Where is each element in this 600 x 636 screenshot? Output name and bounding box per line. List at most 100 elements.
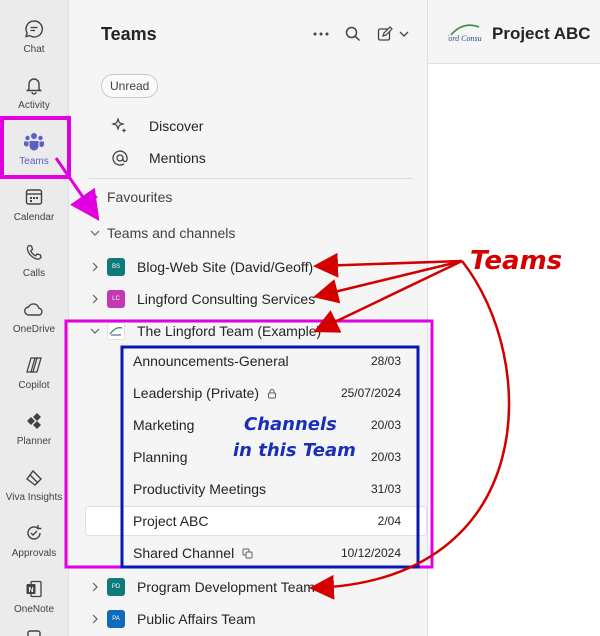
channel-date: 2/04 [377, 514, 401, 528]
mentions-label: Mentions [149, 150, 206, 166]
channel-date: 28/03 [370, 354, 401, 368]
unread-filter-chip[interactable]: Unread [101, 74, 159, 98]
teams-app-window: Chat Activity Teams Calendar Calls OneDr… [0, 0, 600, 636]
sparkle-icon [111, 116, 131, 136]
app-rail: Chat Activity Teams Calendar Calls OneDr… [0, 0, 68, 636]
favourites-label: Favourites [107, 189, 173, 205]
pane-title: Teams [101, 24, 157, 44]
team-avatar: BS [107, 258, 125, 276]
rail-item-copilot[interactable]: Copilot [0, 344, 68, 400]
channel-name: Leadership (Private) [133, 385, 260, 401]
channel-name: Planning [133, 449, 188, 465]
rail-label-activity: Activity [18, 100, 50, 111]
channel-main-area: ford Consul Project ABC [428, 0, 600, 636]
chevron-right-icon [89, 293, 101, 305]
rail-item-more-apps[interactable] [0, 624, 68, 636]
rail-label-calendar: Calendar [13, 212, 55, 223]
team-row-public-affairs[interactable]: PA Public Affairs Team [69, 603, 429, 635]
channel-date: 20/03 [370, 450, 401, 464]
onenote-icon: N [23, 578, 45, 600]
team-row-program-development[interactable]: PD Program Development Team [69, 571, 429, 603]
chat-icon [23, 18, 45, 40]
rail-item-calls[interactable]: Calls [0, 232, 68, 288]
bell-icon [23, 74, 45, 96]
planner-icon [23, 410, 45, 432]
discover-link[interactable]: Discover [69, 110, 429, 142]
rail-label-planner: Planner [16, 436, 52, 447]
svg-text:N: N [28, 587, 33, 594]
chevron-right-icon [89, 581, 101, 593]
team-name: Blog-Web Site (David/Geoff) [137, 259, 314, 275]
favourites-section[interactable]: Favourites [69, 181, 429, 213]
team-row-lingford-team[interactable]: The Lingford Team (Example) [69, 315, 429, 347]
channel-row[interactable]: Leadership (Private) 25/07/2024 [133, 377, 403, 409]
shared-icon [242, 548, 253, 559]
channel-date: 20/03 [370, 418, 401, 432]
viva-insights-icon [23, 466, 45, 488]
channel-row[interactable]: Announcements-General 28/03 [133, 345, 403, 377]
search-icon [345, 26, 361, 42]
rail-item-viva-insights[interactable]: Viva Insights [0, 456, 68, 512]
rail-label-viva-insights: Viva Insights [5, 492, 63, 503]
team-row-lingford-consulting[interactable]: LC Lingford Consulting Services [69, 283, 429, 315]
team-name: Lingford Consulting Services [137, 291, 316, 307]
rail-label-calls: Calls [22, 268, 46, 279]
teams-and-channels-label: Teams and channels [107, 225, 236, 241]
rail-item-teams[interactable]: Teams [0, 120, 68, 176]
chevron-down-icon [89, 325, 101, 337]
team-name: Public Affairs Team [137, 611, 256, 627]
svg-text:ford Consul: ford Consul [448, 34, 482, 43]
team-avatar: LC [107, 290, 125, 308]
rail-item-onedrive[interactable]: OneDrive [0, 288, 68, 344]
rail-label-onenote: OneNote [13, 604, 55, 615]
team-logo: ford Consul [446, 22, 485, 46]
rail-item-calendar[interactable]: Calendar [0, 176, 68, 232]
team-row-blog-web-site[interactable]: BS Blog-Web Site (David/Geoff) [69, 251, 429, 283]
channel-date: 25/07/2024 [340, 386, 401, 400]
search-button[interactable] [341, 22, 365, 46]
copilot-icon [23, 354, 45, 376]
new-item-button[interactable] [373, 22, 413, 46]
chevron-right-icon [89, 191, 101, 203]
team-name: The Lingford Team (Example) [137, 323, 322, 339]
channel-date: 31/03 [370, 482, 401, 496]
channel-header: ford Consul Project ABC [428, 0, 600, 64]
rail-item-approvals[interactable]: Approvals [0, 512, 68, 568]
rail-label-chat: Chat [23, 44, 45, 55]
rail-item-planner[interactable]: Planner [0, 400, 68, 456]
chevron-down-icon [89, 227, 101, 239]
channel-name: Marketing [133, 417, 195, 433]
channel-name: Project ABC [133, 513, 209, 529]
team-name: Program Development Team [137, 579, 315, 595]
approvals-icon [23, 522, 45, 544]
team-avatar: PD [107, 578, 125, 596]
channel-row[interactable]: Productivity Meetings 31/03 [133, 473, 403, 505]
channel-name: Shared Channel [133, 545, 235, 561]
at-icon [111, 148, 131, 168]
rail-item-chat[interactable]: Chat [0, 8, 68, 64]
more-options-button[interactable] [309, 22, 333, 46]
channel-row[interactable]: Shared Channel 10/12/2024 [133, 537, 403, 569]
cloud-icon [23, 298, 45, 320]
rail-item-activity[interactable]: Activity [0, 64, 68, 120]
channel-title: Project ABC [492, 24, 591, 43]
teams-icon [23, 130, 45, 152]
rail-label-teams: Teams [19, 156, 49, 167]
teams-annotation-label: Teams [470, 246, 563, 276]
mentions-link[interactable]: Mentions [69, 142, 429, 174]
chevron-right-icon [89, 613, 101, 625]
rail-label-copilot: Copilot [18, 380, 50, 391]
apps-icon [23, 628, 45, 636]
calendar-icon [23, 186, 45, 208]
teams-pane: Teams Unread Discover Mentions Favourite… [68, 0, 428, 636]
chevron-right-icon [89, 261, 101, 273]
ellipsis-icon [313, 32, 329, 36]
teams-and-channels-section[interactable]: Teams and channels [69, 217, 429, 249]
rail-item-onenote[interactable]: N OneNote [0, 568, 68, 624]
lingford-logo-icon [107, 322, 125, 340]
discover-label: Discover [149, 118, 204, 134]
channel-row-selected[interactable]: Project ABC 2/04 [133, 505, 403, 537]
rail-label-onedrive: OneDrive [12, 324, 56, 335]
channels-annotation-line2: in this Team [233, 440, 356, 461]
channel-name: Productivity Meetings [133, 481, 267, 497]
